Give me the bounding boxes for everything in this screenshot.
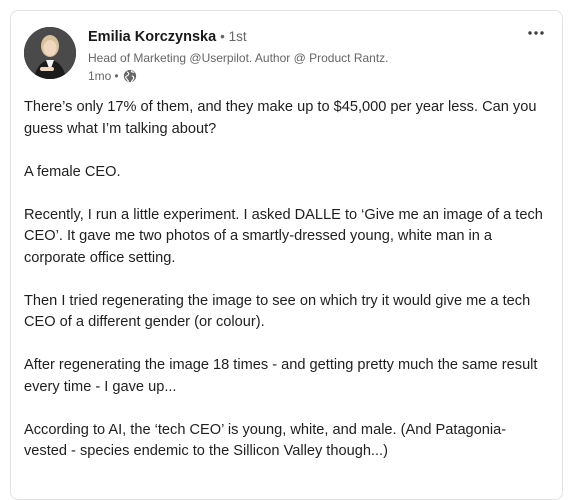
post-header: Emilia Korczynska • 1st Head of Marketin… [88, 29, 522, 84]
avatar-photo [24, 27, 76, 79]
more-horizontal-icon [528, 31, 544, 35]
author-headline: Head of Marketing @Userpilot. Author @ P… [88, 51, 389, 65]
post-paragraph: There’s only 17% of them, and they make … [24, 99, 537, 137]
author-name-row: Emilia Korczynska • 1st [88, 29, 522, 49]
meta-separator: • [114, 69, 119, 83]
post-time[interactable]: 1mo [88, 69, 111, 83]
post-paragraph: According to AI, the ‘tech CEO’ is young… [24, 421, 507, 460]
post-paragraph: Then I tried regenerating the image to s… [24, 292, 531, 331]
post-paragraph: Recently, I run a little experiment. I a… [24, 206, 543, 266]
post-meta: 1mo • [88, 68, 522, 84]
connection-degree: • 1st [220, 29, 247, 44]
post-card: Emilia Korczynska • 1st Head of Marketin… [10, 10, 563, 500]
post-paragraph: After regenerating the image 18 times - … [24, 357, 538, 395]
post-body: There’s only 17% of them, and they make … [24, 97, 544, 484]
author-avatar[interactable] [24, 27, 76, 79]
post-paragraph: A female CEO. [24, 163, 121, 180]
globe-icon [123, 69, 137, 83]
author-name[interactable]: Emilia Korczynska [88, 29, 216, 45]
more-options-button[interactable] [524, 25, 548, 41]
